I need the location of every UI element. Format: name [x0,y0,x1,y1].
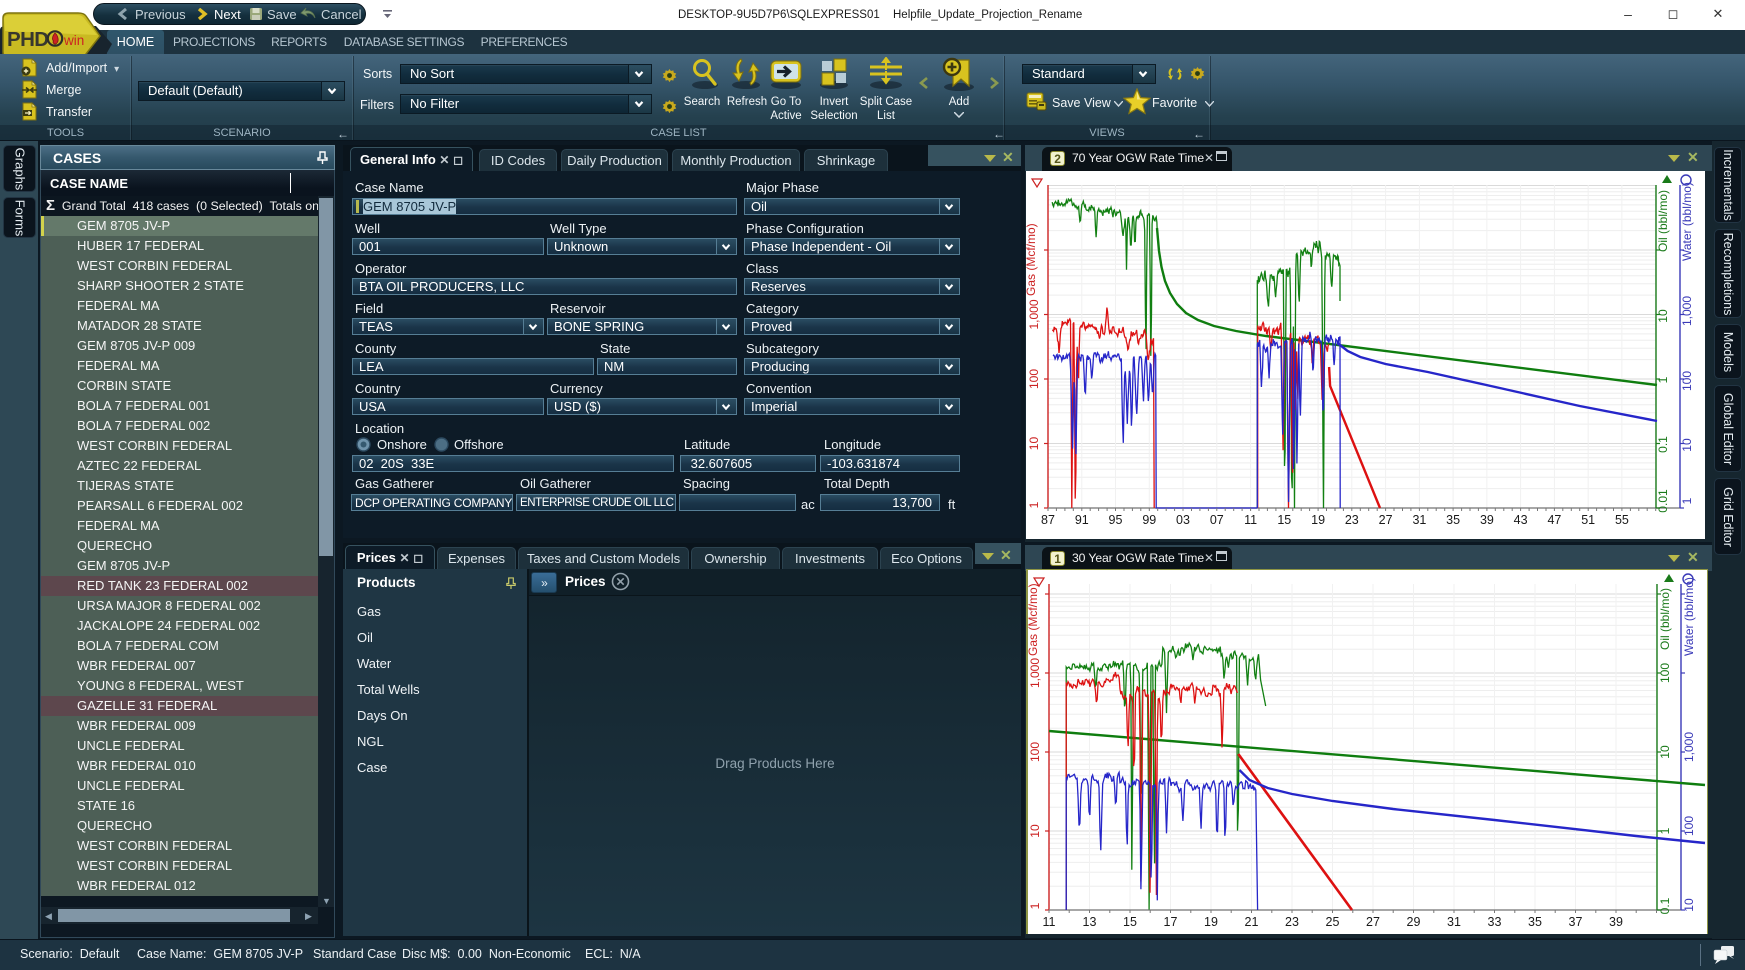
svg-text:39: 39 [1609,915,1623,929]
svg-text:13: 13 [1083,915,1097,929]
svg-text:99: 99 [1142,513,1156,527]
svg-text:10: 10 [1680,438,1694,452]
svg-text:100: 100 [1680,371,1694,391]
svg-text:03: 03 [1176,513,1190,527]
svg-text:1: 1 [1680,497,1694,504]
svg-text:91: 91 [1075,513,1089,527]
svg-text:0.1: 0.1 [1656,436,1670,453]
svg-text:29: 29 [1407,915,1421,929]
svg-text:17: 17 [1164,915,1178,929]
svg-text:23: 23 [1285,915,1299,929]
svg-text:Gas (Mcf/mo): Gas (Mcf/mo) [1028,583,1040,656]
svg-text:15: 15 [1123,915,1137,929]
svg-text:11: 11 [1043,915,1056,929]
svg-text:31: 31 [1447,915,1461,929]
svg-text:51: 51 [1581,513,1595,527]
svg-text:0.1: 0.1 [1658,897,1672,914]
svg-text:23: 23 [1345,513,1359,527]
svg-text:1,000: 1,000 [1027,299,1041,329]
svg-text:19: 19 [1204,915,1218,929]
svg-text:35: 35 [1446,513,1460,527]
svg-text:33: 33 [1488,915,1502,929]
svg-text:PHD: PHD [7,28,48,51]
svg-text:47: 47 [1547,513,1561,527]
svg-text:43: 43 [1514,513,1528,527]
svg-text:win: win [63,33,84,48]
svg-text:11: 11 [1244,513,1257,527]
svg-text:1: 1 [1028,902,1042,909]
svg-text:39: 39 [1480,513,1494,527]
svg-text:15: 15 [1277,513,1291,527]
svg-text:55: 55 [1615,513,1629,527]
svg-text:27: 27 [1379,513,1393,527]
svg-text:100: 100 [1027,369,1041,389]
svg-text:1,000: 1,000 [1682,732,1696,762]
svg-text:Gas (Mcf/mo): Gas (Mcf/mo) [1026,223,1038,296]
svg-text:95: 95 [1109,513,1123,527]
svg-text:1: 1 [1658,827,1672,834]
svg-text:1,000: 1,000 [1680,296,1694,326]
svg-text:10: 10 [1028,824,1042,838]
svg-text:10: 10 [1658,745,1672,759]
svg-text:19: 19 [1311,513,1325,527]
svg-text:Water (bbl/mo): Water (bbl/mo) [1680,182,1694,261]
svg-text:31: 31 [1412,513,1426,527]
svg-text:100: 100 [1682,816,1696,836]
svg-text:1,000: 1,000 [1028,658,1042,688]
svg-text:27: 27 [1366,915,1380,929]
svg-text:100: 100 [1658,663,1672,683]
svg-text:0.01: 0.01 [1656,489,1670,513]
svg-text:Oil (bbl/mo): Oil (bbl/mo) [1658,588,1672,650]
svg-text:10: 10 [1656,309,1670,323]
svg-text:1: 1 [1656,376,1670,383]
svg-text:1: 1 [1027,501,1041,508]
svg-text:21: 21 [1245,915,1259,929]
svg-text:10: 10 [1682,898,1696,912]
svg-text:10: 10 [1027,437,1041,451]
svg-text:87: 87 [1041,513,1055,527]
svg-text:25: 25 [1326,915,1340,929]
svg-text:100: 100 [1028,742,1042,762]
svg-text:Water (bbl/mo): Water (bbl/mo) [1682,577,1696,656]
svg-text:35: 35 [1528,915,1542,929]
svg-text:37: 37 [1569,915,1583,929]
svg-text:Oil (bbl/mo): Oil (bbl/mo) [1656,190,1670,252]
svg-text:07: 07 [1210,513,1224,527]
